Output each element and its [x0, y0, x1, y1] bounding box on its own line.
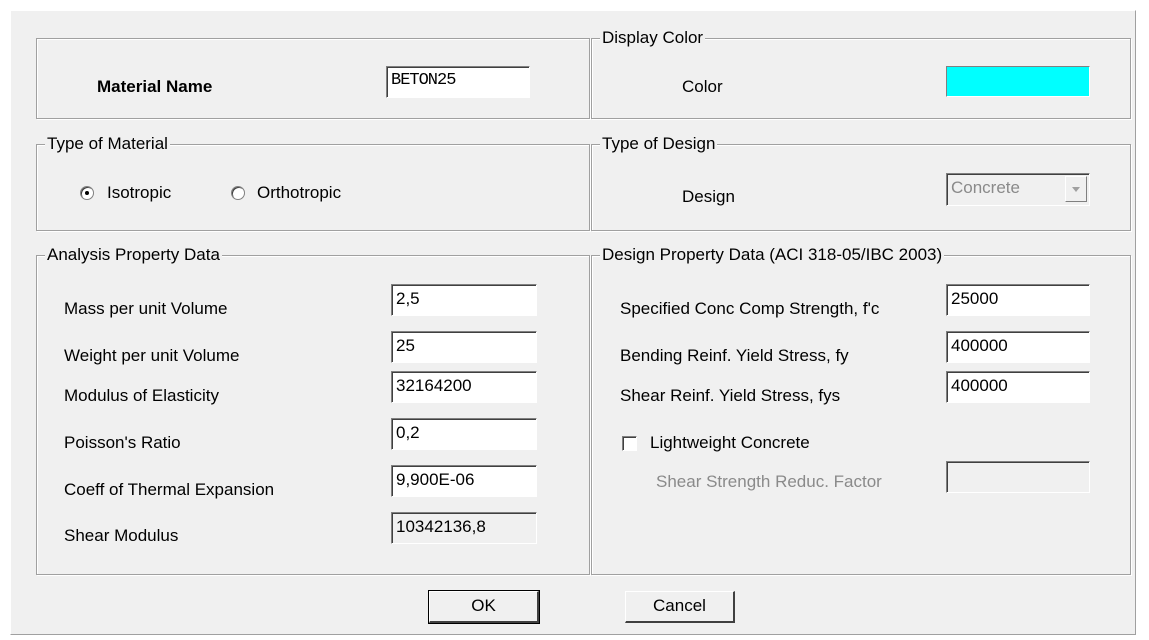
isotropic-label[interactable]: Isotropic: [107, 183, 171, 203]
isotropic-radio[interactable]: [80, 186, 94, 200]
mass-per-unit-volume-label: Mass per unit Volume: [64, 299, 228, 318]
shear-yield-stress-label: Shear Reinf. Yield Stress, fys: [620, 386, 841, 405]
design-dropdown: Concrete: [946, 173, 1090, 206]
mass-per-unit-volume-input[interactable]: 2,5: [391, 284, 537, 316]
material-name-input[interactable]: BETON25: [386, 66, 530, 98]
color-swatch[interactable]: [946, 66, 1090, 97]
lightweight-concrete-label[interactable]: Lightweight Concrete: [650, 433, 810, 453]
modulus-of-elasticity-input[interactable]: 32164200: [391, 371, 537, 403]
thermal-expansion-input[interactable]: 9,900E-06: [391, 465, 537, 497]
display-color-group: Display Color Color: [591, 28, 1131, 119]
color-label: Color: [682, 77, 723, 96]
bending-yield-stress-label: Bending Reinf. Yield Stress, fy: [620, 346, 849, 365]
ok-button[interactable]: OK: [428, 590, 540, 624]
orthotropic-label[interactable]: Orthotropic: [257, 183, 341, 203]
weight-per-unit-volume-input[interactable]: 25: [391, 331, 537, 363]
shear-modulus-label: Shear Modulus: [64, 526, 179, 545]
radio-selected-dot: [85, 191, 89, 195]
shear-modulus-value: 10342136,8: [391, 512, 537, 544]
material-property-dialog: Material Name BETON25 Display Color Colo…: [10, 10, 1136, 635]
dropdown-button: [1065, 176, 1087, 202]
thermal-expansion-label: Coeff of Thermal Expansion: [64, 480, 275, 499]
poissons-ratio-input[interactable]: 0,2: [391, 418, 537, 450]
conc-comp-strength-input[interactable]: 25000: [946, 284, 1090, 316]
display-color-title: Display Color: [600, 28, 706, 48]
type-of-material-group: Type of Material Isotropic Orthotropic: [36, 134, 590, 231]
bending-yield-stress-input[interactable]: 400000: [946, 331, 1090, 363]
material-name-label: Material Name: [97, 77, 213, 96]
design-property-title: Design Property Data (ACI 318-05/IBC 200…: [600, 245, 945, 265]
design-label: Design: [682, 187, 735, 206]
type-of-design-group: Type of Design Design Concrete: [591, 134, 1131, 231]
analysis-property-title: Analysis Property Data: [45, 245, 222, 265]
type-of-material-title: Type of Material: [45, 134, 170, 154]
design-property-group: Design Property Data (ACI 318-05/IBC 200…: [591, 245, 1131, 575]
orthotropic-radio[interactable]: [231, 186, 245, 200]
design-dropdown-value: Concrete: [951, 178, 1020, 197]
modulus-of-elasticity-label: Modulus of Elasticity: [64, 386, 219, 405]
shear-strength-reduc-input: [946, 461, 1090, 493]
type-of-design-title: Type of Design: [600, 134, 718, 154]
poissons-ratio-label: Poisson's Ratio: [64, 433, 181, 452]
weight-per-unit-volume-label: Weight per unit Volume: [64, 346, 240, 365]
lightweight-concrete-checkbox[interactable]: [622, 436, 637, 451]
shear-strength-reduc-label: Shear Strength Reduc. Factor: [656, 472, 882, 491]
shear-yield-stress-input[interactable]: 400000: [946, 371, 1090, 403]
material-name-group: Material Name BETON25: [36, 38, 590, 119]
cancel-button[interactable]: Cancel: [625, 591, 735, 623]
chevron-down-icon: [1072, 187, 1080, 192]
conc-comp-strength-label: Specified Conc Comp Strength, f'c: [620, 299, 880, 318]
analysis-property-group: Analysis Property Data Mass per unit Vol…: [36, 245, 590, 575]
